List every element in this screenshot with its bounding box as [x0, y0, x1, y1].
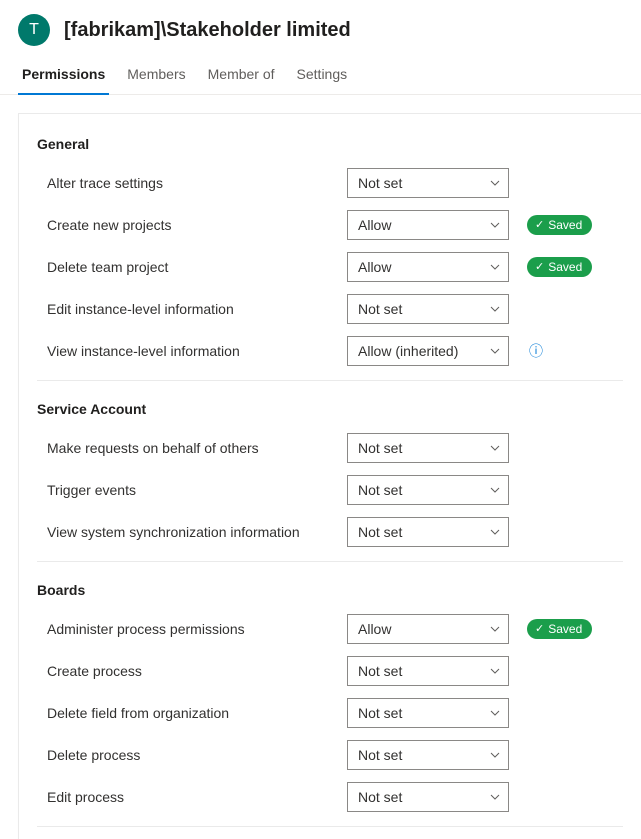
permission-select[interactable]: Allow (inherited) [347, 336, 509, 366]
permission-label: View system synchronization information [37, 524, 337, 540]
permission-value: Allow [358, 621, 391, 637]
permission-value: Not set [358, 705, 402, 721]
permission-select[interactable]: Allow [347, 614, 509, 644]
section-boards: Boards Administer process permissions Allo… [37, 582, 623, 827]
check-icon: ✓ [535, 624, 544, 635]
permission-value: Allow [358, 259, 391, 275]
permission-row: Administer process permissions Allow ✓ Save… [37, 608, 623, 650]
section-general: General Alter trace settings Not set Create… [37, 136, 623, 381]
permission-select[interactable]: Allow [347, 210, 509, 240]
permission-value: Not set [358, 175, 402, 191]
chevron-down-icon [490, 346, 500, 357]
chevron-down-icon [490, 666, 500, 677]
permission-select[interactable]: Not set [347, 433, 509, 463]
chevron-down-icon [490, 624, 500, 635]
permission-row: View instance-level information Allow (in… [37, 330, 623, 372]
permission-value: Not set [358, 301, 402, 317]
permission-row: Make requests on behalf of others Not set [37, 427, 623, 469]
permission-select[interactable]: Not set [347, 517, 509, 547]
permission-select[interactable]: Not set [347, 656, 509, 686]
permission-label: Alter trace settings [37, 175, 337, 191]
tab-settings[interactable]: Settings [293, 56, 352, 94]
permission-row: Edit process Not set [37, 776, 623, 818]
permission-select[interactable]: Not set [347, 740, 509, 770]
section-title: General [37, 136, 623, 152]
chevron-down-icon [490, 750, 500, 761]
permission-select[interactable]: Allow [347, 252, 509, 282]
avatar: T [18, 14, 50, 46]
section-title: Boards [37, 582, 623, 598]
permission-value: Not set [358, 789, 402, 805]
permission-label: Create new projects [37, 217, 337, 233]
permission-row: Alter trace settings Not set [37, 162, 623, 204]
section-title: Service Account [37, 401, 623, 417]
permission-label: Edit instance-level information [37, 301, 337, 317]
saved-label: Saved [548, 218, 582, 232]
chevron-down-icon [490, 262, 500, 273]
permission-label: Create process [37, 663, 337, 679]
permission-label: Make requests on behalf of others [37, 440, 337, 456]
permission-select[interactable]: Not set [347, 475, 509, 505]
section-divider [37, 826, 623, 827]
permission-value: Not set [358, 482, 402, 498]
info-icon[interactable]: ⓘ [529, 341, 543, 361]
tab-members[interactable]: Members [123, 56, 189, 94]
permission-value: Not set [358, 524, 402, 540]
tab-member-of[interactable]: Member of [204, 56, 279, 94]
permission-label: Delete field from organization [37, 705, 337, 721]
page-title: [fabrikam]\Stakeholder limited [64, 19, 351, 42]
saved-badge: ✓ Saved [527, 257, 592, 277]
chevron-down-icon [490, 443, 500, 454]
permission-value: Allow [358, 217, 391, 233]
permission-select[interactable]: Not set [347, 782, 509, 812]
org-name: [fabrikam] [64, 19, 161, 41]
chevron-down-icon [490, 304, 500, 315]
saved-badge: ✓ Saved [527, 215, 592, 235]
check-icon: ✓ [535, 220, 544, 231]
permission-row: Delete field from organization Not set [37, 692, 623, 734]
saved-badge: ✓ Saved [527, 619, 592, 639]
permission-row: Delete process Not set [37, 734, 623, 776]
permission-label: Delete team project [37, 259, 337, 275]
permission-row: Trigger events Not set [37, 469, 623, 511]
permission-select[interactable]: Not set [347, 294, 509, 324]
group-name: \Stakeholder limited [161, 19, 351, 41]
chevron-down-icon [490, 792, 500, 803]
permission-label: Edit process [37, 789, 337, 805]
permission-value: Not set [358, 663, 402, 679]
tabs-bar: Permissions Members Member of Settings [0, 56, 641, 95]
permission-select[interactable]: Not set [347, 168, 509, 198]
chevron-down-icon [490, 220, 500, 231]
chevron-down-icon [490, 178, 500, 189]
saved-label: Saved [548, 622, 582, 636]
chevron-down-icon [490, 708, 500, 719]
chevron-down-icon [490, 527, 500, 538]
permission-label: View instance-level information [37, 343, 337, 359]
permission-row: Create new projects Allow ✓ Saved [37, 204, 623, 246]
saved-label: Saved [548, 260, 582, 274]
tab-permissions[interactable]: Permissions [18, 56, 109, 94]
permission-select[interactable]: Not set [347, 698, 509, 728]
permission-label: Administer process permissions [37, 621, 337, 637]
permission-row: View system synchronization information N… [37, 511, 623, 553]
permission-value: Not set [358, 747, 402, 763]
section-divider [37, 561, 623, 562]
permission-label: Trigger events [37, 482, 337, 498]
permission-row: Edit instance-level information Not set [37, 288, 623, 330]
permission-row: Create process Not set [37, 650, 623, 692]
section-divider [37, 380, 623, 381]
permission-value: Not set [358, 440, 402, 456]
permission-label: Delete process [37, 747, 337, 763]
chevron-down-icon [490, 485, 500, 496]
permissions-panel: GeneralAlter trace settingsNot setCreate… [18, 113, 641, 839]
page-header: T [fabrikam]\Stakeholder limited [0, 0, 641, 56]
permission-value: Allow (inherited) [358, 343, 458, 359]
check-icon: ✓ [535, 262, 544, 273]
section-service-account: Service Account Make requests on behalf o… [37, 401, 623, 562]
permission-row: Delete team project Allow ✓ Saved [37, 246, 623, 288]
